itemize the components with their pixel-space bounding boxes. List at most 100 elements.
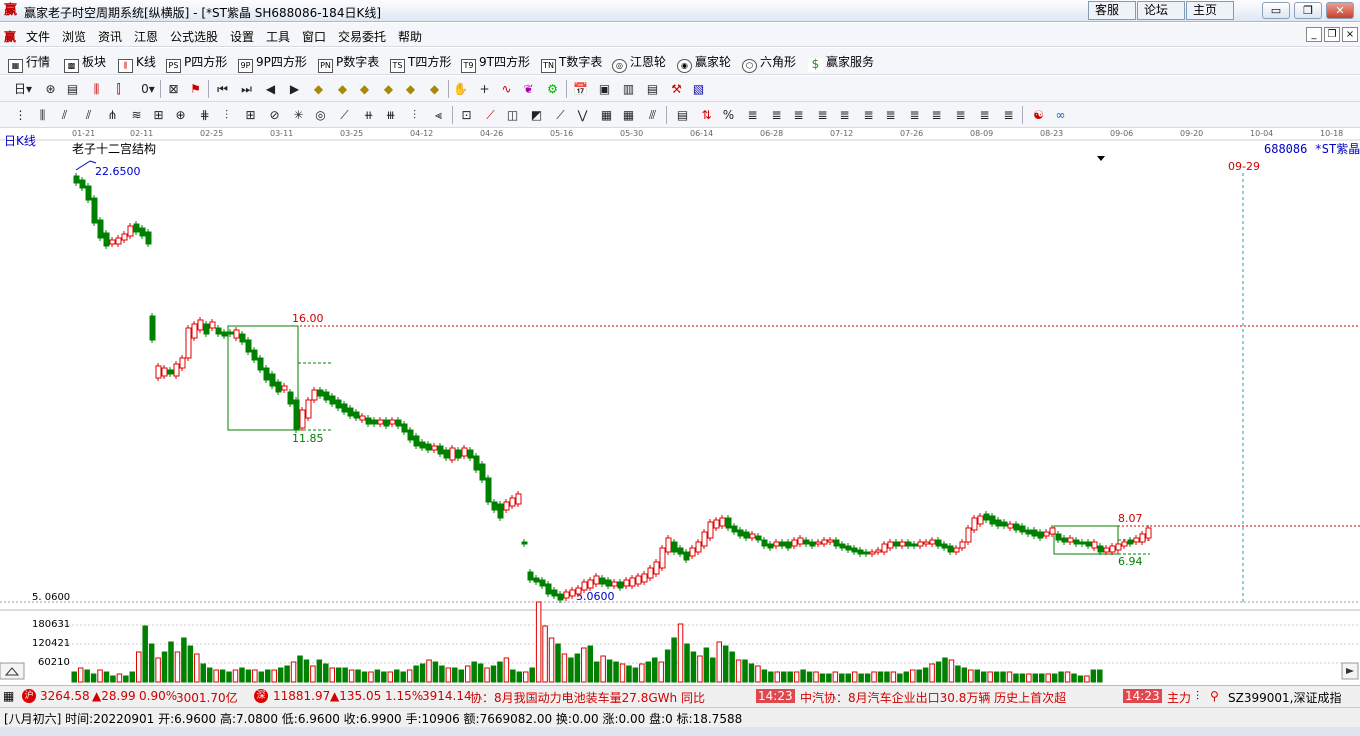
box-icon[interactable]: ⊞ xyxy=(150,107,167,123)
ladder2-icon[interactable]: ⧻ xyxy=(382,107,399,123)
toolbar-winner-wheel-button[interactable]: ◉ 赢家轮 xyxy=(677,53,731,73)
square-ray-icon[interactable]: ◫ xyxy=(504,107,521,123)
period-dropdown-icon[interactable]: 0▾ xyxy=(136,81,160,97)
steps-icon[interactable]: ⫷ xyxy=(430,107,447,123)
stairs-icon[interactable]: ⫶ xyxy=(406,107,423,123)
news-ticker-1[interactable]: 协：8月我国动力电池装车量27.8GWh 同比 xyxy=(470,689,705,706)
crosshair-icon[interactable]: + xyxy=(476,81,493,97)
menu-app-icon[interactable]: 赢 xyxy=(4,28,16,45)
table-icon[interactable]: ▦ xyxy=(598,107,615,123)
doc-icon[interactable]: ▤ xyxy=(64,81,81,97)
target-icon[interactable]: ◎ xyxy=(312,107,329,123)
lines-icon[interactable]: ⫶ xyxy=(218,107,235,123)
toolbar-kline-button[interactable]: ⫼ K线 xyxy=(118,53,156,73)
restore-icon[interactable]: ❐ xyxy=(1294,2,1322,19)
levels3-icon[interactable]: ≣ xyxy=(790,107,807,123)
levels9-icon[interactable]: ≣ xyxy=(928,107,945,123)
toolbar-p-square-button[interactable]: PS P四方形 xyxy=(166,53,227,73)
menu-file[interactable]: 文件 xyxy=(26,28,50,45)
next-icon[interactable]: ▶ xyxy=(286,81,303,97)
forum-button[interactable]: 论坛 xyxy=(1137,1,1185,20)
report-icon[interactable]: ▥ xyxy=(620,81,637,97)
ruler-icon[interactable]: ▤ xyxy=(674,107,691,123)
frame-icon[interactable]: ⊡ xyxy=(458,107,475,123)
levels10-icon[interactable]: ≣ xyxy=(952,107,969,123)
diamond5-icon[interactable]: ◆ xyxy=(402,81,419,97)
candle-icon[interactable]: ⫼ xyxy=(88,81,105,97)
homepage-button[interactable]: 主页 xyxy=(1186,1,1234,20)
menu-help[interactable]: 帮助 xyxy=(398,28,422,45)
tools-icon[interactable]: ⚒ xyxy=(668,81,685,97)
toolbar-hexagon-button[interactable]: ⬡ 六角形 xyxy=(742,53,796,73)
levels7-icon[interactable]: ≣ xyxy=(882,107,899,123)
list-icon[interactable]: ▤ xyxy=(644,81,661,97)
zigzag-icon[interactable]: ⋁ xyxy=(574,107,591,123)
rays-icon[interactable]: ⟋ xyxy=(482,107,499,123)
menu-window[interactable]: 窗口 xyxy=(302,28,326,45)
first-icon[interactable]: ⏮ xyxy=(214,81,231,97)
candle2-icon[interactable]: ⫿ xyxy=(110,81,127,97)
square-ray2-icon[interactable]: ◩ xyxy=(528,107,545,123)
pattern-icon[interactable]: ❦ xyxy=(520,81,537,97)
diamond6-icon[interactable]: ◆ xyxy=(426,81,443,97)
toolbar-p-table-button[interactable]: PN P数字表 xyxy=(318,53,379,73)
levels-icon[interactable]: ≣ xyxy=(744,107,761,123)
menu-gann[interactable]: 江恩 xyxy=(134,28,158,45)
menu-settings[interactable]: 设置 xyxy=(230,28,254,45)
keyboard-icon[interactable]: ▦ xyxy=(3,689,14,703)
star-icon[interactable]: ✳ xyxy=(290,107,307,123)
flag-icon[interactable]: ⚑ xyxy=(187,81,204,97)
circle-grid-icon[interactable]: ⊕ xyxy=(172,107,189,123)
taiji-icon[interactable]: ☯ xyxy=(1030,107,1047,123)
levels5-icon[interactable]: ≣ xyxy=(836,107,853,123)
erase-icon[interactable]: ⊠ xyxy=(165,81,182,97)
mdi-restore-icon[interactable]: ❐ xyxy=(1324,27,1340,42)
panel-icon[interactable]: ▣ xyxy=(596,81,613,97)
toolbar-quotes-button[interactable]: ▦ 行情 xyxy=(8,53,50,73)
bars-icon[interactable]: ⫼ xyxy=(34,107,51,123)
vline-icon[interactable]: ⋮ xyxy=(12,107,29,123)
levels6-icon[interactable]: ≣ xyxy=(860,107,877,123)
levels8-icon[interactable]: ≣ xyxy=(906,107,923,123)
menu-info[interactable]: 资讯 xyxy=(98,28,122,45)
minimize-icon[interactable]: ▭ xyxy=(1262,2,1290,19)
infinity-icon[interactable]: ∞ xyxy=(1052,107,1069,123)
fan-lines-icon[interactable]: ⫻ xyxy=(644,107,661,123)
close-icon[interactable]: ✕ xyxy=(1326,2,1354,19)
customer-service-button[interactable]: 客服 xyxy=(1088,1,1136,20)
levels4-icon[interactable]: ≣ xyxy=(814,107,831,123)
toolbar-gann-wheel-button[interactable]: ◎ 江恩轮 xyxy=(612,53,666,73)
speed-icon[interactable]: ≋ xyxy=(128,107,145,123)
gear-pattern-icon[interactable]: ⚙ xyxy=(544,81,561,97)
prev-icon[interactable]: ◀ xyxy=(262,81,279,97)
fib-icon[interactable]: ⋕ xyxy=(196,107,213,123)
mdi-close-icon[interactable]: × xyxy=(1342,27,1358,42)
kline-chart[interactable]: 01-21 02-11 02-25 03-11 03-25 04-12 04-26 05-16… xyxy=(0,128,1360,684)
diamond3-icon[interactable]: ◆ xyxy=(356,81,373,97)
link-icon[interactable]: ⊛ xyxy=(42,81,59,97)
news-ticker-3[interactable]: 主力 xyxy=(1167,689,1191,706)
toolbar-t-square-button[interactable]: TS T四方形 xyxy=(390,53,451,73)
slash-icon[interactable]: ⟋ xyxy=(336,107,353,123)
calendar-icon[interactable]: 📅 xyxy=(572,81,589,97)
pitch-icon[interactable]: ⋔ xyxy=(104,107,121,123)
wave-icon[interactable]: ∿ xyxy=(498,81,515,97)
menu-trade[interactable]: 交易委托 xyxy=(338,28,386,45)
arrows-icon[interactable]: ⇅ xyxy=(698,107,715,123)
menu-formula[interactable]: 公式选股 xyxy=(170,28,218,45)
toolbar-t-table-button[interactable]: TN T数字表 xyxy=(541,53,602,73)
grid2-icon[interactable]: ⊞ xyxy=(242,107,259,123)
diamond2-icon[interactable]: ◆ xyxy=(334,81,351,97)
levels2-icon[interactable]: ≣ xyxy=(768,107,785,123)
toolbar-9p-square-button[interactable]: 9P 9P四方形 xyxy=(238,53,307,73)
ladder-icon[interactable]: ⧺ xyxy=(360,107,377,123)
table2-icon[interactable]: ▦ xyxy=(620,107,637,123)
levels11-icon[interactable]: ≣ xyxy=(976,107,993,123)
diamond1-icon[interactable]: ◆ xyxy=(310,81,327,97)
arc-icon[interactable]: ⊘ xyxy=(266,107,283,123)
fan-line-icon[interactable]: ⟋ xyxy=(552,107,569,123)
layout-dropdown-icon[interactable]: 日▾ xyxy=(8,81,38,97)
toolbar-service-button[interactable]: $ 赢家服务 xyxy=(808,53,874,72)
bars2-icon[interactable]: ⫽ xyxy=(80,107,97,123)
news-ticker-2[interactable]: 中汽协：8月汽车企业出口30.8万辆 历史上首次超 xyxy=(800,689,1066,706)
